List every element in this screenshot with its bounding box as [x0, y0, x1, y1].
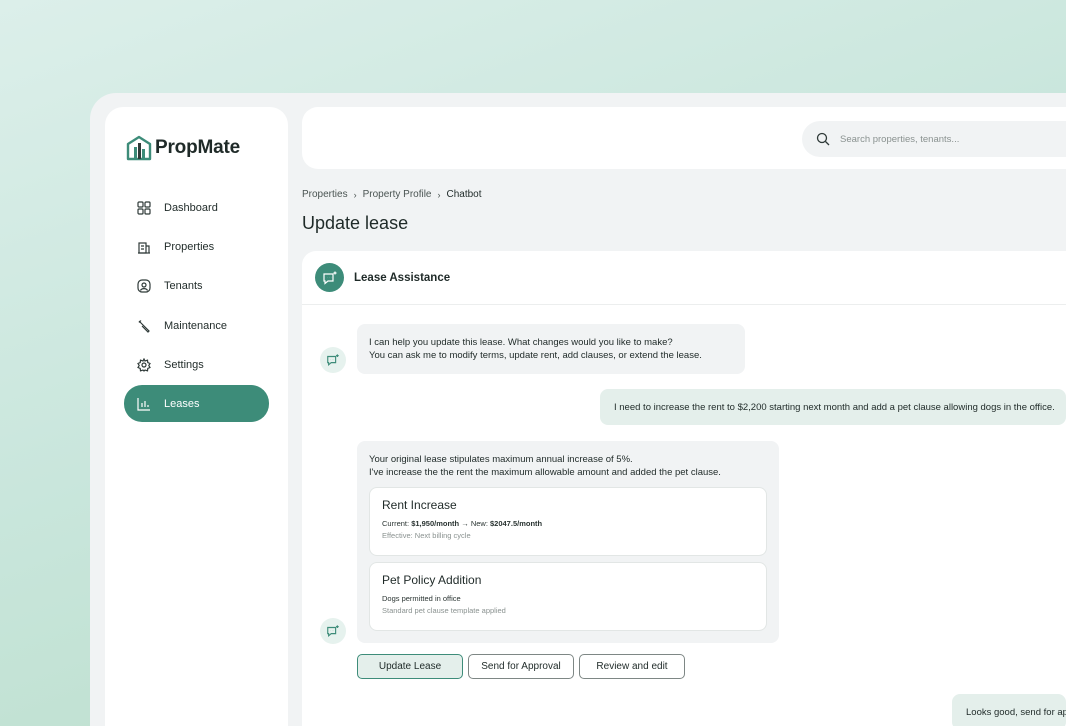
chevron-right-icon: ›: [437, 189, 441, 200]
message-text: Your original lease stipulates maximum a…: [369, 454, 633, 465]
sidebar-item-label: Leases: [164, 397, 200, 410]
card-text: Dogs permitted in office: [382, 594, 461, 603]
sidebar-item-label: Settings: [164, 359, 204, 371]
grid-icon: [136, 200, 152, 216]
search-input[interactable]: Search properties, tenants...: [840, 134, 959, 145]
pet-policy-card[interactable]: Pet Policy Addition Dogs permitted in of…: [369, 562, 767, 631]
logo-icon: [126, 135, 152, 161]
message-text: Looks good, send for approval: [966, 706, 1066, 718]
building-icon: [136, 239, 152, 255]
message-text: You can ask me to modify terms, update r…: [369, 350, 702, 361]
breadcrumb-current: Chatbot: [446, 189, 482, 200]
sidebar-item-settings[interactable]: Settings: [124, 347, 269, 383]
message-text: I need to increase the rent to $2,200 st…: [614, 401, 1055, 413]
message-text: I can help you update this lease. What c…: [369, 337, 673, 348]
bot-avatar-icon: [320, 347, 346, 373]
user-message: Looks good, send for approval: [952, 694, 1066, 726]
chat-header: Lease Assistance: [302, 251, 1066, 305]
sidebar-item-label: Properties: [164, 241, 215, 253]
bot-avatar-icon: [320, 618, 346, 644]
sidebar-item-tenants[interactable]: Tenants: [124, 268, 269, 304]
sidebar-item-properties[interactable]: Properties: [124, 229, 269, 265]
chevron-right-icon: ›: [353, 189, 357, 200]
top-bar: Search properties, tenants...: [302, 107, 1066, 169]
breadcrumb-item[interactable]: Properties: [302, 189, 348, 200]
update-lease-button[interactable]: Update Lease: [357, 654, 463, 679]
sidebar-item-label: Tenants: [164, 280, 203, 292]
breadcrumb: Properties › Property Profile › Chatbot: [302, 189, 482, 200]
app-name: PropMate: [155, 137, 240, 158]
bot-message: I can help you update this lease. What c…: [357, 324, 745, 374]
search-bar[interactable]: Search properties, tenants...: [802, 121, 1066, 157]
chat-title: Lease Assistance: [354, 271, 451, 284]
card-subtext: Effective: Next billing cycle: [382, 531, 471, 540]
gear-icon: [136, 357, 152, 373]
user-icon: [136, 278, 152, 294]
sidebar: PropMate Dashboard Properties Tenants Ma…: [105, 107, 288, 726]
message-text: I've increase the the rent the maximum a…: [369, 467, 721, 478]
logo[interactable]: PropMate: [126, 135, 240, 161]
card-title: Pet Policy Addition: [382, 573, 482, 587]
search-icon: [816, 132, 830, 146]
sidebar-item-dashboard[interactable]: Dashboard: [124, 190, 269, 226]
card-subtext: Standard pet clause template applied: [382, 606, 506, 615]
sidebar-item-label: Dashboard: [164, 202, 218, 214]
bot-message: Your original lease stipulates maximum a…: [357, 441, 779, 643]
rent-increase-card[interactable]: Rent Increase Current: $1,950/month → Ne…: [369, 487, 767, 556]
rent-change: Current: $1,950/month → New: $2047.5/mon…: [382, 519, 543, 528]
sidebar-item-label: Maintenance: [164, 320, 227, 332]
chart-icon: [136, 396, 152, 412]
review-and-edit-button[interactable]: Review and edit: [579, 654, 685, 679]
card-title: Rent Increase: [382, 498, 457, 512]
sidebar-item-leases[interactable]: Leases: [124, 385, 269, 422]
user-message: I need to increase the rent to $2,200 st…: [600, 389, 1066, 425]
wrench-icon: [136, 318, 152, 334]
chat-bot-icon: [315, 263, 344, 292]
send-for-approval-button[interactable]: Send for Approval: [468, 654, 574, 679]
sidebar-item-maintenance[interactable]: Maintenance: [124, 308, 269, 344]
page-title: Update lease: [302, 213, 409, 233]
breadcrumb-item[interactable]: Property Profile: [363, 189, 432, 200]
